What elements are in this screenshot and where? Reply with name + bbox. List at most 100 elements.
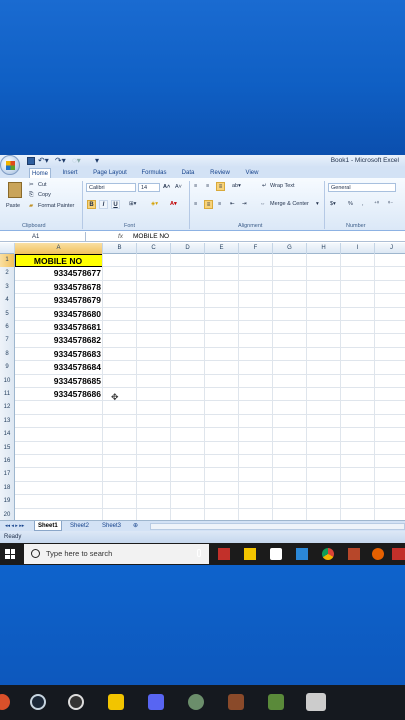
tab-view[interactable]: View	[242, 168, 262, 178]
align-right-icon[interactable]: ≡	[218, 200, 221, 208]
column-header-i[interactable]: I	[341, 243, 375, 254]
align-left-icon[interactable]: ≡	[194, 200, 197, 208]
column-header-g[interactable]: G	[273, 243, 307, 254]
chrome-icon[interactable]	[322, 548, 334, 560]
row-header[interactable]: 7	[0, 334, 15, 348]
shrink-font-icon[interactable]: A˅	[175, 183, 182, 191]
cell-a10[interactable]: 9334578685	[15, 375, 103, 388]
cell-a8[interactable]: 9334578683	[15, 348, 103, 361]
grow-font-icon[interactable]: A˄	[163, 183, 170, 191]
office-button[interactable]	[0, 155, 20, 175]
row-header[interactable]: 19	[0, 495, 15, 509]
customize-qat-icon[interactable]: ▾	[95, 156, 99, 166]
column-header-c[interactable]: C	[137, 243, 171, 254]
font-name-box[interactable]: Calibri	[86, 183, 136, 192]
dock-app-icon[interactable]	[0, 694, 10, 710]
mail-icon[interactable]	[296, 548, 308, 560]
merge-dropdown-icon[interactable]: ▾	[316, 200, 319, 208]
sheet-nav-icon[interactable]: ◂◂ ◂ ▸ ▸▸	[2, 521, 27, 531]
cut-button[interactable]: Cut	[38, 181, 47, 189]
app-icon-brown[interactable]	[228, 694, 244, 710]
percent-style-button[interactable]: %	[348, 200, 353, 208]
function-icon[interactable]: fx	[118, 232, 123, 242]
column-header-d[interactable]: D	[171, 243, 205, 254]
number-format-box[interactable]: General	[328, 183, 396, 192]
align-middle-icon[interactable]: ≡	[206, 182, 209, 190]
windows-start-icon[interactable]	[5, 549, 15, 559]
row-header[interactable]: 4	[0, 294, 15, 308]
powerpoint-icon[interactable]	[348, 548, 360, 560]
taskbar-search-box[interactable]: Type here to search	[24, 544, 209, 564]
column-header-a[interactable]: A	[15, 243, 103, 254]
app-icon-overflow[interactable]	[392, 548, 405, 560]
sheet-tab-3[interactable]: Sheet3	[99, 521, 124, 531]
underline-button[interactable]: U	[111, 200, 120, 209]
row-header[interactable]: 11	[0, 388, 15, 402]
game-icon[interactable]	[188, 694, 204, 710]
fill-color-icon[interactable]: ◈▾	[151, 200, 158, 208]
file-explorer-icon[interactable]	[244, 548, 256, 560]
row-header[interactable]: 1	[0, 254, 15, 268]
select-all-corner[interactable]	[0, 243, 15, 254]
tab-review[interactable]: Review	[206, 168, 234, 178]
column-header-f[interactable]: F	[239, 243, 273, 254]
column-header-e[interactable]: E	[205, 243, 239, 254]
accounting-format-icon[interactable]: $▾	[330, 200, 336, 208]
row-header[interactable]: 18	[0, 481, 15, 496]
column-header-h[interactable]: H	[307, 243, 341, 254]
tab-formulas[interactable]: Formulas	[138, 168, 170, 178]
cell-a3[interactable]: 9334578678	[15, 281, 103, 294]
row-header[interactable]: 20	[0, 508, 15, 520]
minecraft-icon[interactable]	[268, 694, 284, 710]
cell-a7[interactable]: 9334578682	[15, 334, 103, 347]
font-color-icon[interactable]: A▾	[170, 200, 177, 208]
row-header[interactable]: 9	[0, 361, 15, 375]
cell-a5[interactable]: 9334578680	[15, 308, 103, 321]
print-preview-icon[interactable]: ◌▾	[72, 156, 81, 166]
cell-a2[interactable]: 9334578677	[15, 267, 103, 280]
cell-a6[interactable]: 9334578681	[15, 321, 103, 334]
discord-icon[interactable]	[148, 694, 164, 710]
bold-button[interactable]: B	[87, 200, 96, 209]
monitor-icon[interactable]	[306, 693, 326, 711]
steam-icon[interactable]	[30, 694, 46, 710]
paste-button[interactable]: Paste	[6, 202, 20, 210]
borders-icon[interactable]: ⊞▾	[129, 200, 136, 208]
row-header[interactable]: 5	[0, 307, 15, 321]
worksheet-grid[interactable]: ABCDEFGHIJ 1 MOBILE NO 2 9334578677 3 9334578…	[0, 243, 405, 520]
row-header[interactable]: 12	[0, 401, 15, 415]
tab-page-layout[interactable]: Page Layout	[90, 168, 130, 178]
sheet-tab-2[interactable]: Sheet2	[67, 521, 92, 531]
row-header[interactable]: 14	[0, 428, 15, 442]
column-header-b[interactable]: B	[103, 243, 137, 254]
copy-icon[interactable]: ⎘	[29, 191, 33, 199]
row-header[interactable]: 16	[0, 455, 15, 469]
store-icon[interactable]	[270, 548, 282, 560]
save-icon[interactable]	[27, 157, 35, 165]
sheet-tab-1[interactable]: Sheet1	[34, 521, 62, 531]
folder-icon[interactable]	[108, 694, 124, 710]
microphone-icon[interactable]	[197, 549, 201, 557]
firefox-icon[interactable]	[372, 548, 384, 560]
redo-icon[interactable]: ↷▾	[55, 156, 66, 166]
align-center-icon[interactable]: ≡	[204, 200, 213, 209]
row-header[interactable]: 17	[0, 468, 15, 482]
decrease-decimal-icon[interactable]: ⁰⁻	[388, 200, 393, 208]
format-painter-icon[interactable]: ▰	[29, 202, 33, 210]
horizontal-scrollbar[interactable]	[150, 523, 405, 530]
tab-data[interactable]: Data	[178, 168, 198, 178]
cell-a4[interactable]: 9334578679	[15, 294, 103, 307]
row-header[interactable]: 6	[0, 321, 15, 335]
increase-indent-icon[interactable]: ⇥	[242, 200, 247, 208]
tab-home[interactable]: Home	[29, 168, 51, 178]
merge-center-button[interactable]: Merge & Center	[270, 200, 309, 208]
comma-style-icon[interactable]: ,	[362, 200, 364, 208]
formula-input[interactable]: MOBILE NO	[133, 232, 169, 242]
row-header[interactable]: 3	[0, 280, 15, 295]
row-header[interactable]: 8	[0, 347, 15, 362]
align-bottom-icon[interactable]: ≡	[216, 182, 225, 191]
italic-button[interactable]: I	[99, 200, 108, 209]
insert-sheet-icon[interactable]: ⊕	[130, 521, 141, 531]
cell-a9[interactable]: 9334578684	[15, 361, 103, 374]
paste-icon[interactable]	[8, 182, 22, 198]
